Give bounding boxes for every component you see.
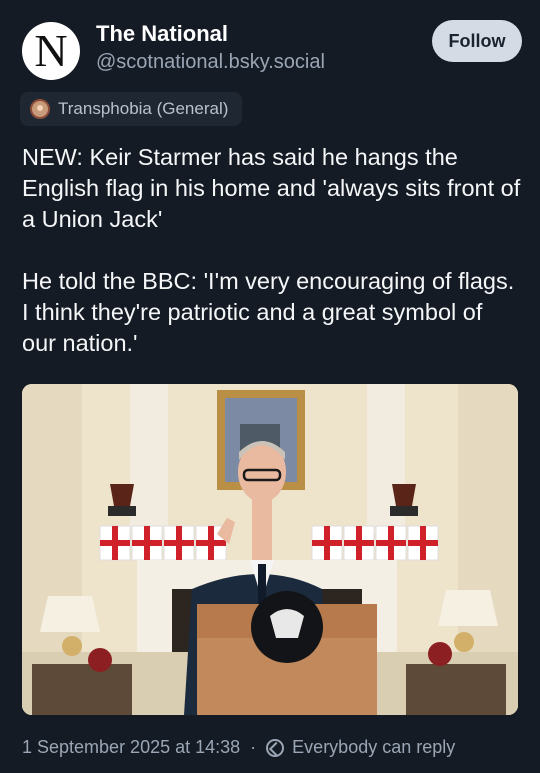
post-text: NEW: Keir Starmer has said he hangs the … — [22, 144, 521, 356]
reply-setting[interactable]: Everybody can reply — [292, 737, 455, 758]
moderation-label[interactable]: Transphobia (General) — [20, 92, 243, 126]
account-handle[interactable]: @scotnational.bsky.social — [96, 51, 325, 74]
account-name[interactable]: The National — [96, 21, 228, 47]
reply-settings-icon — [266, 738, 285, 757]
post-footer: 1 September 2025 at 14:38 · Everybody ca… — [22, 737, 455, 758]
post-header: N The National @scotnational.bsky.social… — [22, 18, 522, 80]
post-image[interactable] — [22, 384, 518, 715]
avatar[interactable]: N — [22, 22, 80, 80]
separator-dot: · — [250, 737, 257, 757]
follow-button[interactable]: Follow — [432, 20, 522, 62]
post-timestamp[interactable]: 1 September 2025 at 14:38 — [22, 737, 240, 758]
moderation-label-avatar-icon — [30, 99, 50, 119]
moderation-label-text: Transphobia (General) — [58, 99, 229, 118]
